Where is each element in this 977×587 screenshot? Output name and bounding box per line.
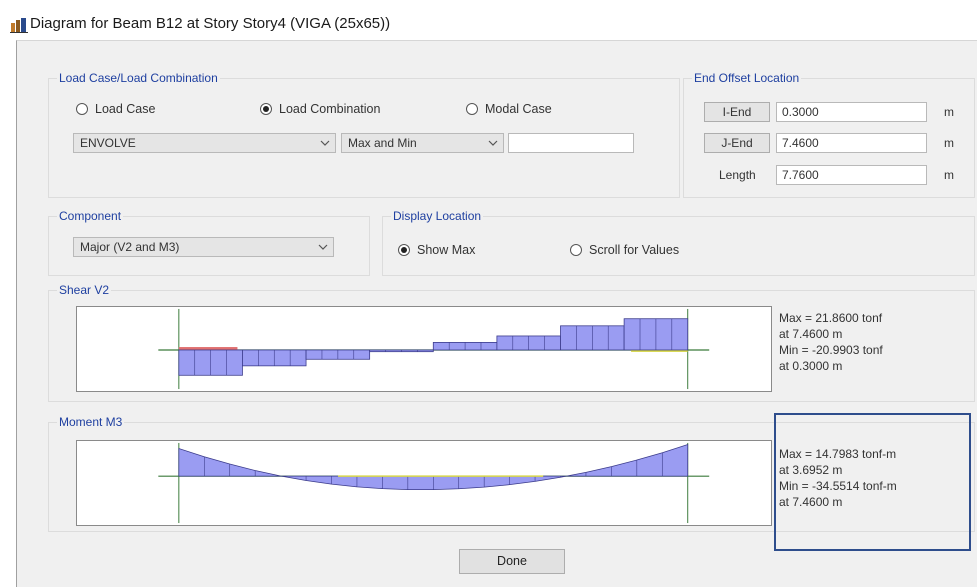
moment-m3-group-label: Moment M3 xyxy=(57,415,125,429)
shear-v2-group-label: Shear V2 xyxy=(57,283,112,297)
radio-load-combination-label: Load Combination xyxy=(279,102,381,116)
radio-load-combination[interactable]: Load Combination xyxy=(260,102,380,116)
i-end-button[interactable]: I-End xyxy=(704,102,770,122)
radio-circle-selected xyxy=(260,103,272,115)
radio-circle xyxy=(76,103,88,115)
j-end-unit: m xyxy=(944,136,954,150)
shear-extremes-info: Max = 21.8600 tonf at 7.4600 m Min = -20… xyxy=(779,310,883,374)
i-end-unit: m xyxy=(944,105,954,119)
moment-diagram xyxy=(76,440,772,526)
load-combination-dropdown[interactable]: ENVOLVE xyxy=(73,133,336,153)
shear-min-text: Min = -20.9903 tonf xyxy=(779,343,883,357)
shear-diagram xyxy=(76,306,772,392)
done-button[interactable]: Done xyxy=(459,549,565,574)
title-bar[interactable]: Diagram for Beam B12 at Story Story4 (VI… xyxy=(0,0,977,40)
end-offset-group-label: End Offset Location xyxy=(692,71,802,85)
radio-show-max-label: Show Max xyxy=(417,243,476,257)
j-end-button[interactable]: J-End xyxy=(704,133,770,153)
chevron-down-icon xyxy=(488,140,498,146)
radio-circle-selected xyxy=(398,244,410,256)
diagram-window: Diagram for Beam B12 at Story Story4 (VI… xyxy=(0,0,977,587)
component-dropdown[interactable]: Major (V2 and M3) xyxy=(73,237,334,257)
shear-max-location: at 7.4600 m xyxy=(779,327,843,341)
window-title: Diagram for Beam B12 at Story Story4 (VI… xyxy=(30,15,391,32)
highlight-annotation-box xyxy=(774,413,971,551)
component-value: Major (V2 and M3) xyxy=(80,240,180,254)
radio-scroll-for-values[interactable]: Scroll for Values xyxy=(570,243,679,257)
chevron-down-icon xyxy=(320,140,330,146)
length-field: 7.7600 xyxy=(776,165,927,185)
chevron-down-icon xyxy=(318,244,328,250)
length-unit: m xyxy=(944,168,954,182)
app-icon xyxy=(10,18,28,33)
load-case-group-label: Load Case/Load Combination xyxy=(57,71,220,85)
radio-load-case[interactable]: Load Case xyxy=(76,102,155,116)
shear-secondary-strip-start xyxy=(178,347,238,350)
envelope-mode-value: Max and Min xyxy=(348,136,417,150)
component-group-label: Component xyxy=(57,209,124,223)
load-combination-value: ENVOLVE xyxy=(80,136,136,150)
j-end-field[interactable]: 7.4600 xyxy=(776,133,927,153)
shear-min-location: at 0.3000 m xyxy=(779,359,843,373)
shear-max-text: Max = 21.8600 tonf xyxy=(779,311,883,325)
radio-modal-case-label: Modal Case xyxy=(485,102,552,116)
envelope-mode-dropdown[interactable]: Max and Min xyxy=(341,133,504,153)
radio-circle xyxy=(570,244,582,256)
length-label: Length xyxy=(719,168,756,182)
radio-circle xyxy=(466,103,478,115)
combination-extra-field[interactable] xyxy=(508,133,634,153)
i-end-field[interactable]: 0.3000 xyxy=(776,102,927,122)
radio-load-case-label: Load Case xyxy=(95,102,156,116)
display-location-group-label: Display Location xyxy=(391,209,484,223)
radio-modal-case[interactable]: Modal Case xyxy=(466,102,552,116)
radio-scroll-for-values-label: Scroll for Values xyxy=(589,243,680,257)
radio-show-max[interactable]: Show Max xyxy=(398,243,475,257)
